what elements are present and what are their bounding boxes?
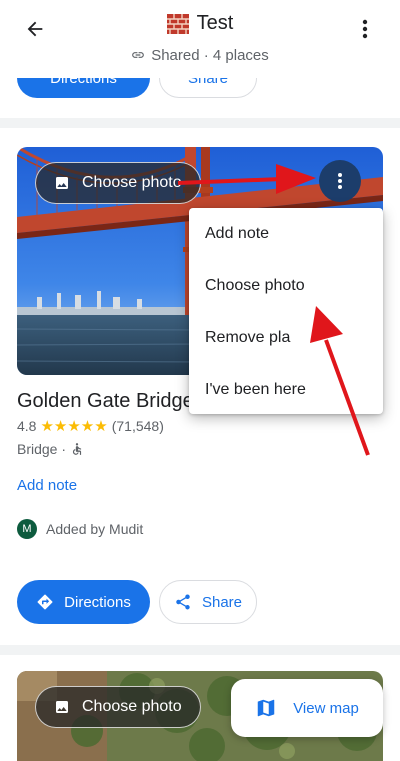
category-row: Bridge · xyxy=(17,441,84,457)
added-by-text: Added by Mudit xyxy=(46,521,144,537)
link-icon xyxy=(132,52,145,58)
more-vert-icon xyxy=(362,19,368,39)
top-app-bar: Test Shared · 4 places xyxy=(0,0,400,78)
place-category: Bridge · xyxy=(17,441,67,457)
add-note-link[interactable]: Add note xyxy=(17,477,77,494)
choose-photo-button[interactable]: Choose photo xyxy=(35,686,201,728)
menu-item-remove-place[interactable]: Remove pla xyxy=(189,312,383,364)
image-icon xyxy=(56,701,68,713)
star-rating: ★★★★★ xyxy=(40,418,108,435)
brick-wall-icon xyxy=(166,13,189,34)
more-vert-icon xyxy=(338,173,342,189)
view-map-label: View map xyxy=(293,699,359,717)
place-name[interactable]: Golden Gate Bridge xyxy=(17,390,194,413)
wheelchair-icon xyxy=(72,443,82,455)
screen: Directions Share Test Shared · 4 places … xyxy=(0,0,400,761)
image-icon xyxy=(56,177,68,189)
place-more-button[interactable] xyxy=(319,160,361,202)
view-map-button[interactable]: View map xyxy=(231,679,383,737)
more-options-button[interactable] xyxy=(350,14,380,44)
rating-value: 4.8 xyxy=(17,418,37,434)
added-by-row: M Added by Mudit xyxy=(17,519,143,539)
choose-photo-button[interactable]: Choose photo xyxy=(35,162,201,204)
title-block: Test Shared · 4 places xyxy=(0,12,400,64)
rating-row: 4.8 ★★★★★ (71,548) xyxy=(17,417,164,435)
list-subtitle-row: Shared · 4 places xyxy=(0,47,400,64)
directions-button[interactable]: Directions xyxy=(17,580,150,624)
choose-photo-label: Choose photo xyxy=(82,174,182,191)
directions-icon xyxy=(37,594,53,610)
list-title: Test xyxy=(196,12,234,34)
list-subtitle: Shared · 4 places xyxy=(151,46,269,64)
card-divider xyxy=(0,118,400,128)
menu-item-been-here[interactable]: I've been here xyxy=(189,364,383,414)
place-options-menu: Add note Choose photo Remove pla I've be… xyxy=(189,208,383,414)
avatar: M xyxy=(17,519,37,539)
map-icon xyxy=(257,699,275,717)
directions-label: Directions xyxy=(64,593,131,611)
share-label: Share xyxy=(201,593,243,611)
menu-item-add-note[interactable]: Add note xyxy=(189,208,383,260)
menu-item-choose-photo[interactable]: Choose photo xyxy=(189,260,383,312)
share-button[interactable]: Share xyxy=(159,580,257,624)
review-count: (71,548) xyxy=(111,418,164,434)
choose-photo-label: Choose photo xyxy=(82,698,182,715)
card-divider xyxy=(0,645,400,655)
share-icon xyxy=(176,594,190,610)
